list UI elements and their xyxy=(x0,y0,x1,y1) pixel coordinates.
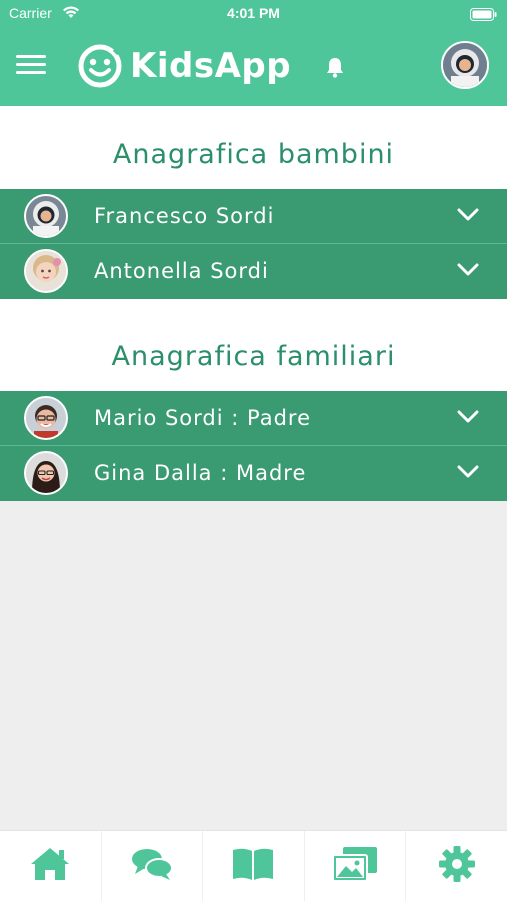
child-girl-avatar xyxy=(24,249,68,293)
profile-avatar[interactable] xyxy=(441,41,489,89)
list-item[interactable]: Francesco Sordi xyxy=(0,189,507,244)
tab-settings[interactable] xyxy=(406,831,507,901)
family-member-name: Gina Dalla : Madre xyxy=(94,461,307,485)
book-icon xyxy=(231,846,275,886)
tab-book[interactable] xyxy=(203,831,305,901)
family-list: Mario Sordi : Padre Gina Dalla : Madre xyxy=(0,391,507,501)
app-title: KidsApp xyxy=(130,46,292,86)
bottom-tab-bar xyxy=(0,830,507,901)
child-name: Antonella Sordi xyxy=(94,259,269,283)
astronaut-avatar xyxy=(24,194,68,238)
chevron-down-icon[interactable] xyxy=(457,464,479,483)
status-time: 4:01 PM xyxy=(227,5,280,21)
settings-icon xyxy=(438,845,476,887)
tab-chat[interactable] xyxy=(102,831,204,901)
family-member-name: Mario Sordi : Padre xyxy=(94,406,312,430)
kidsapp-logo-icon xyxy=(77,43,124,93)
gallery-icon xyxy=(331,845,379,887)
family-section-title: Anagrafica familiari xyxy=(111,341,396,372)
chevron-down-icon[interactable] xyxy=(457,262,479,281)
man-glasses-avatar xyxy=(24,396,68,440)
children-list: Francesco Sordi Antonella Sordi xyxy=(0,189,507,299)
bell-icon[interactable] xyxy=(325,56,345,82)
main-content: Anagrafica bambini Francesco Sordi Anton… xyxy=(0,106,507,501)
app-header: KidsApp xyxy=(0,26,507,106)
battery-icon xyxy=(470,6,497,25)
status-bar: Carrier 4:01 PM xyxy=(0,0,507,26)
children-section-title: Anagrafica bambini xyxy=(112,139,395,170)
tab-home[interactable] xyxy=(0,831,102,901)
child-name: Francesco Sordi xyxy=(94,204,275,228)
chevron-down-icon[interactable] xyxy=(457,409,479,428)
woman-avatar xyxy=(24,451,68,495)
menu-icon[interactable] xyxy=(16,55,46,77)
home-icon xyxy=(29,846,71,886)
children-section: Anagrafica bambini xyxy=(0,106,507,189)
chat-icon xyxy=(130,846,174,886)
family-section: Anagrafica familiari xyxy=(0,299,507,391)
chevron-down-icon[interactable] xyxy=(457,207,479,226)
list-item[interactable]: Mario Sordi : Padre xyxy=(0,391,507,446)
list-item[interactable]: Gina Dalla : Madre xyxy=(0,446,507,501)
tab-gallery[interactable] xyxy=(305,831,407,901)
list-item[interactable]: Antonella Sordi xyxy=(0,244,507,299)
